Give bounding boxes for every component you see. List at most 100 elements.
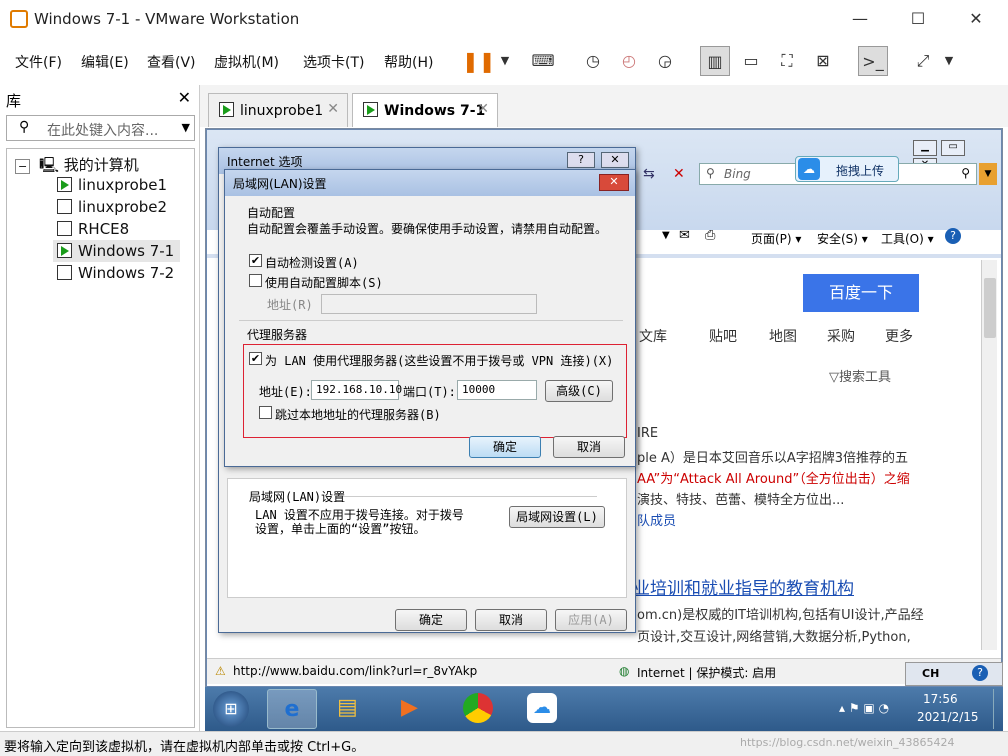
dialog-caption: 局域网(LAN)设置 ✕ (225, 170, 635, 196)
dialog-close-button[interactable]: ✕ (599, 174, 629, 191)
menu-tabs[interactable]: 选项卡(T) (303, 52, 364, 72)
chevron-down-icon[interactable]: ▼ (979, 163, 997, 185)
advanced-button[interactable]: 高级(C) (545, 380, 613, 402)
pause-icon[interactable]: ❚❚ (462, 46, 496, 76)
tree-vm-linuxprobe1[interactable]: linuxprobe1 (57, 176, 167, 194)
baidu-search-button[interactable]: 百度一下 (803, 274, 919, 312)
auto-detect-checkbox[interactable]: ✔ (249, 254, 262, 267)
show-desktop-button[interactable] (993, 689, 1001, 729)
ie-restore-button[interactable]: ▭ (941, 140, 966, 156)
ie-status-bar: ⚠ http://www.baidu.com/link?url=r_8vYAkp… (207, 658, 1001, 684)
thumbnail-view-icon[interactable]: ▭ (736, 46, 766, 76)
help-icon[interactable]: ? (972, 665, 988, 681)
tray-icons[interactable]: ▴ ⚑ ▣ ◔ (839, 701, 889, 715)
nav-wenku[interactable]: 文库 (639, 326, 667, 346)
menu-help[interactable]: 帮助(H) (384, 52, 433, 72)
ie-menu-safety[interactable]: 安全(S) ▾ (817, 230, 868, 247)
print-icon[interactable]: ⎙ (705, 228, 715, 243)
script-address-input[interactable] (321, 294, 537, 314)
tab-linuxprobe1[interactable]: linuxprobe1 ✕ (208, 93, 348, 127)
nav-tieba[interactable]: 贴吧 (709, 326, 737, 346)
ie-minimize-button[interactable]: ▁ (913, 140, 937, 156)
help-button[interactable]: ? (567, 152, 595, 168)
nav-purchase[interactable]: 采购 (827, 326, 855, 346)
result-fragment: ple A）是日本艾回音乐以A字招牌3倍推荐的五 (637, 451, 909, 466)
maximize-button[interactable]: ☐ (898, 8, 938, 30)
ie-menu-page[interactable]: 页面(P) ▾ (751, 230, 801, 247)
library-view-icon[interactable]: ▥ (700, 46, 730, 76)
send-keys-icon[interactable]: ⌨ (528, 46, 558, 76)
console-view-icon[interactable]: >_ (858, 46, 888, 76)
options-cancel-button[interactable]: 取消 (475, 609, 547, 631)
proxy-address-input[interactable]: 192.168.10.10 (311, 380, 402, 400)
menu-vm[interactable]: 虚拟机(M) (214, 52, 279, 72)
snapshot-manager-icon[interactable]: ◶ (650, 46, 680, 76)
collapse-icon[interactable]: − (15, 159, 31, 174)
unity-icon[interactable]: ⊠ (808, 46, 838, 76)
ime-indicator[interactable]: CH (922, 667, 939, 680)
search-icon: ⚲ (19, 119, 30, 135)
computer-icon: 🖳 (39, 156, 60, 174)
upload-button[interactable]: ☁ 拖拽上传 (795, 156, 899, 182)
tree-vm-windows7-1[interactable]: Windows 7-1 (53, 240, 181, 262)
ie-menu-tools[interactable]: 工具(O) ▾ (881, 230, 934, 247)
menu-edit[interactable]: 编辑(E) (81, 52, 129, 72)
title-bar: Windows 7-1 - VMware Workstation — ☐ ✕ (0, 0, 1008, 38)
guest-taskbar: ⊞ e ▤ ▶ ☁ ▴ ⚑ ▣ ◔ 17:56 2021/2/15 (205, 687, 1003, 731)
result-title-link[interactable]: 业培训和就业指导的教育机构 (633, 574, 854, 599)
baidu-netdisk-icon[interactable]: ☁ (527, 693, 557, 723)
fullscreen-icon[interactable]: ⛶ (772, 46, 802, 76)
mail-icon[interactable]: ✉ (679, 228, 690, 243)
folder-icon[interactable]: ▤ (337, 695, 358, 720)
library-search-input[interactable]: ⚲ 在此处键入内容... ▼ (6, 115, 195, 141)
tree-vm-linuxprobe2[interactable]: linuxprobe2 (57, 198, 167, 216)
chevron-down-icon[interactable]: ▼ (934, 46, 964, 76)
group-divider (239, 320, 623, 321)
menu-view[interactable]: 查看(V) (147, 52, 196, 72)
language-bar: CH ? (905, 662, 1003, 686)
vertical-scrollbar[interactable] (981, 260, 997, 650)
stop-icon[interactable]: ✕ (673, 166, 685, 182)
vm-running-icon (57, 177, 72, 192)
minimize-button[interactable]: — (840, 8, 880, 30)
bypass-local-checkbox[interactable] (259, 406, 272, 419)
options-ok-button[interactable]: 确定 (395, 609, 467, 631)
proxy-port-input[interactable]: 10000 (457, 380, 537, 400)
security-zone: Internet | 保护模式: 启用 (637, 666, 777, 680)
media-player-icon[interactable]: ▶ (401, 695, 418, 720)
tab-close-icon[interactable]: ✕ (327, 101, 339, 117)
refresh-icon[interactable]: ⇆ (643, 166, 655, 182)
lan-ok-button[interactable]: 确定 (469, 436, 541, 458)
ie-window-controls: ▁ ▭ ✕ (913, 138, 993, 174)
nav-more[interactable]: 更多 (885, 326, 913, 346)
start-button[interactable]: ⊞ (213, 691, 249, 727)
result-link[interactable]: 队成员 (637, 510, 676, 529)
tree-vm-windows7-2[interactable]: Windows 7-2 (57, 264, 174, 282)
auto-script-checkbox[interactable] (249, 274, 262, 287)
close-button[interactable]: ✕ (956, 8, 996, 30)
tab-windows7-1[interactable]: Windows 7-1 ✕ (352, 93, 498, 127)
options-apply-button[interactable]: 应用(A) (555, 609, 627, 631)
scrollbar-thumb[interactable] (984, 278, 996, 338)
guest-screen[interactable]: ▁ ▭ ✕ ⇆ ✕ ⚲ Bing ⚲ ▼ ☁ 拖拽上传 ▼ ✉ ⎙ 页面(P) … (205, 128, 1003, 688)
help-icon[interactable]: ? (945, 228, 961, 244)
snapshot-icon[interactable]: ◷ (578, 46, 608, 76)
nav-map[interactable]: 地图 (769, 326, 797, 346)
revert-snapshot-icon[interactable]: ◴ (614, 46, 644, 76)
library-close-icon[interactable]: ✕ (178, 88, 191, 107)
status-text: 要将输入定向到该虚拟机，请在虚拟机内部单击或按 Ctrl+G。 (4, 740, 365, 755)
lan-settings-button[interactable]: 局域网设置(L) (509, 506, 605, 528)
chevron-down-icon[interactable]: ▼ (490, 46, 520, 76)
ie-taskbar-icon[interactable]: e (267, 689, 317, 729)
use-proxy-checkbox[interactable]: ✔ (249, 352, 262, 365)
chrome-icon[interactable] (463, 693, 493, 723)
search-icon[interactable]: ⚲ (961, 166, 970, 180)
chevron-down-icon[interactable]: ▼ (662, 230, 670, 241)
tab-close-icon[interactable]: ✕ (477, 101, 489, 117)
lan-cancel-button[interactable]: 取消 (553, 436, 625, 458)
chevron-down-icon[interactable]: ▼ (182, 121, 190, 134)
menu-file[interactable]: 文件(F) (15, 52, 62, 72)
search-tools[interactable]: ▽搜索工具 (829, 366, 891, 385)
tree-vm-rhce8[interactable]: RHCE8 (57, 220, 129, 238)
dialog-close-button[interactable]: ✕ (601, 152, 629, 168)
